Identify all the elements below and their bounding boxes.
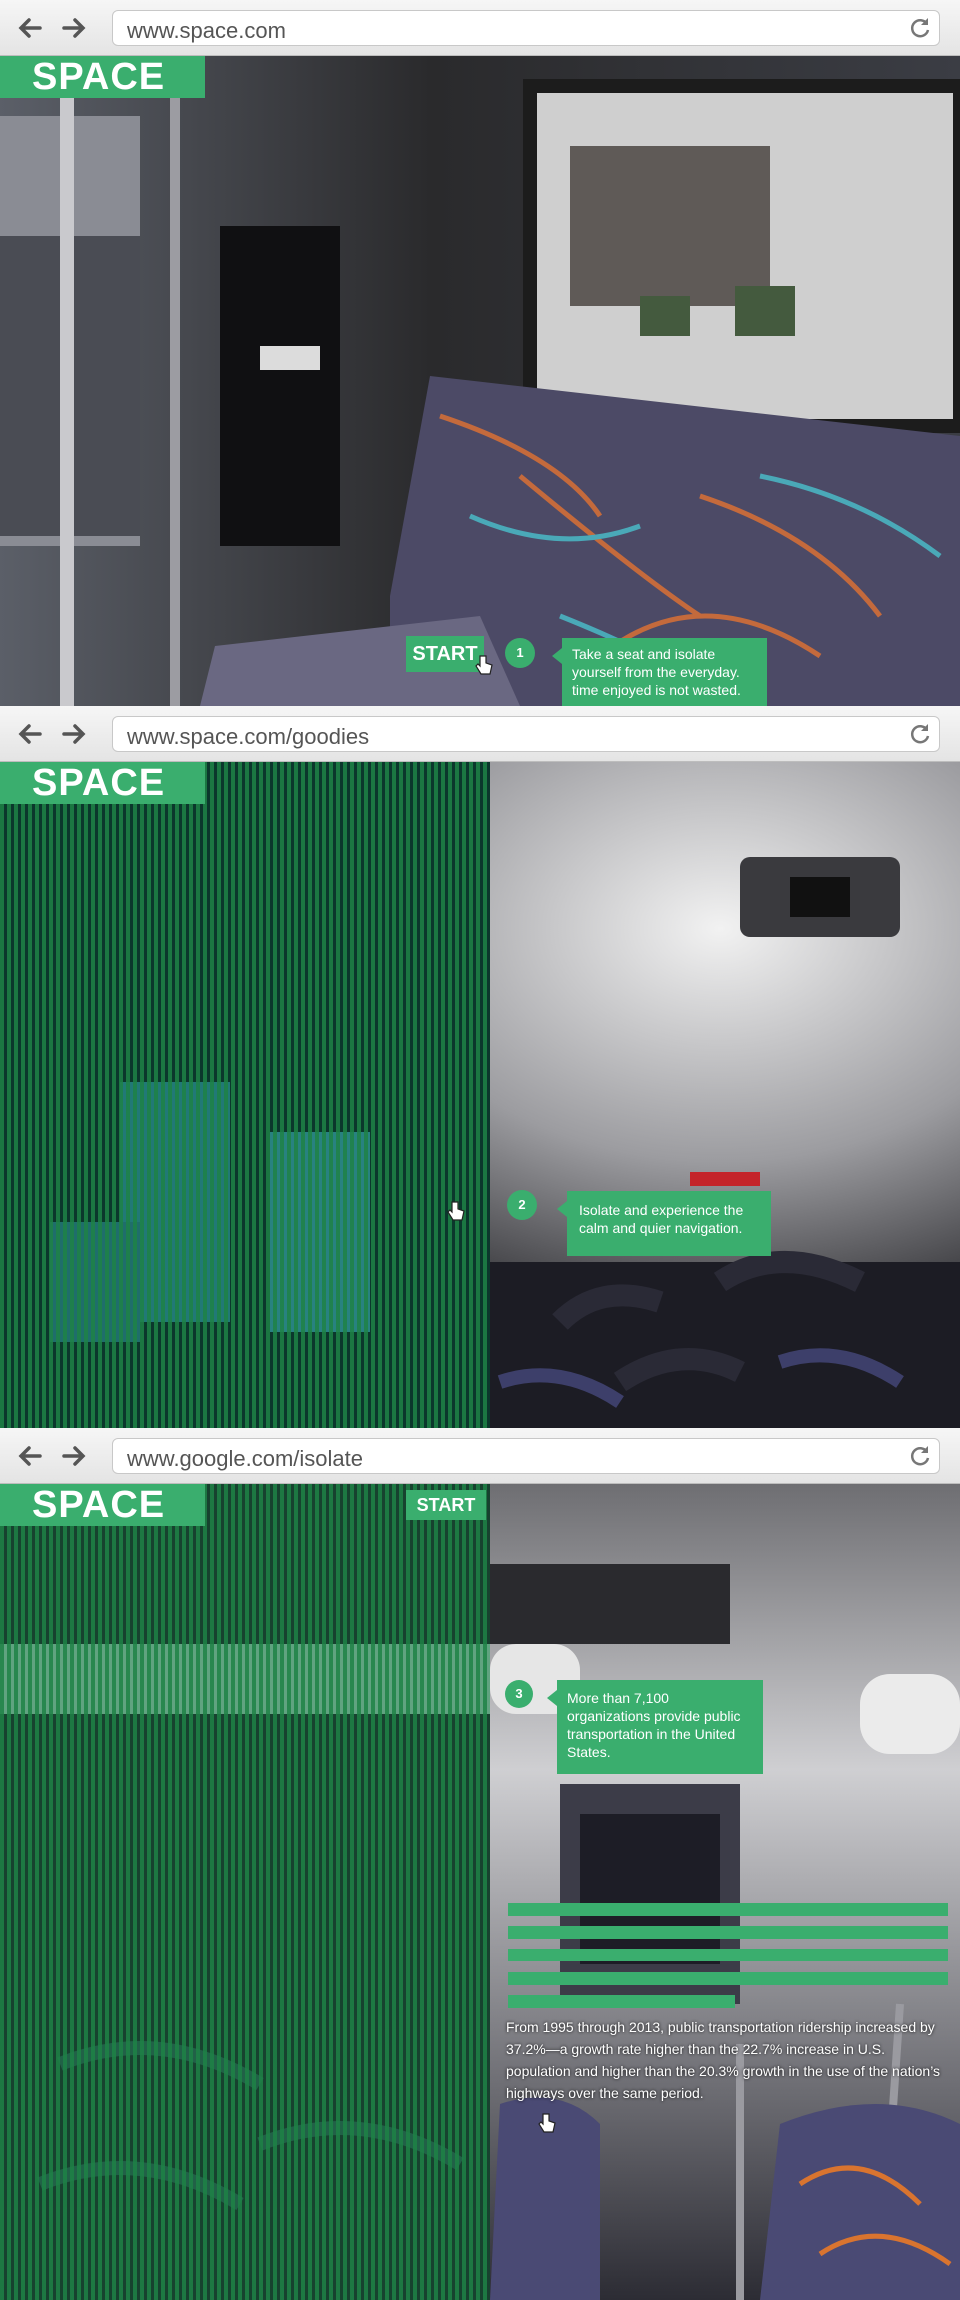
text-placeholder-bar-short [508, 1995, 735, 2008]
bus-ceiling-scene: SPACE 2 Isolate and experience the calm … [0, 762, 960, 1428]
reload-icon[interactable] [907, 1443, 933, 1469]
text-placeholder-bar [508, 1926, 948, 1939]
url-text: www.google.com/isolate [127, 1446, 364, 1471]
text-placeholder-bar [508, 1972, 948, 1985]
step-badge: 2 [507, 1190, 537, 1220]
bus-aisle-scene: SPACE START 3 More than 7,100 organizati… [0, 1484, 960, 2300]
tooltip-callout: Isolate and experience the calm and quie… [557, 1191, 771, 1256]
hand-cursor-icon [447, 1201, 465, 1221]
browser-window-2: www.space.com/goodies SPACE 2 Isolate an… [0, 706, 960, 1428]
bus-seat-scene: SPACE START 1 Take a seat and isolate yo… [0, 56, 960, 706]
text-placeholder-bar [508, 1903, 948, 1916]
tooltip-callout: More than 7,100 organizations provide pu… [547, 1680, 763, 1774]
bus-interior-image [0, 56, 960, 706]
browser-toolbar: www.space.com/goodies [0, 706, 960, 762]
step-badge: 1 [505, 638, 535, 668]
browser-toolbar: www.google.com/isolate [0, 1428, 960, 1484]
url-text: www.space.com [127, 18, 286, 43]
tooltip-callout: Take a seat and isolate yourself from th… [552, 638, 767, 706]
hand-cursor-icon [538, 2113, 556, 2133]
forward-arrow-icon[interactable] [58, 1440, 90, 1472]
address-bar[interactable]: www.google.com/isolate [112, 1438, 940, 1474]
address-bar[interactable]: www.space.com [112, 10, 940, 46]
ridership-paragraph: From 1995 through 2013, public transport… [506, 2019, 941, 2101]
text-placeholder-bar [508, 1949, 948, 1961]
green-stripe-overlay [0, 1484, 490, 2300]
browser-window-3: www.google.com/isolate SPACE START 3 Mor… [0, 1428, 960, 2300]
reload-icon[interactable] [907, 721, 933, 747]
start-button[interactable]: START [406, 636, 484, 672]
space-logo[interactable]: SPACE [0, 1484, 205, 1526]
back-arrow-icon[interactable] [14, 1440, 46, 1472]
browser-toolbar: www.space.com [0, 0, 960, 56]
start-button[interactable]: START [406, 1490, 486, 1520]
back-arrow-icon[interactable] [14, 718, 46, 750]
hand-cursor-icon [475, 655, 493, 675]
space-logo[interactable]: SPACE [0, 762, 205, 804]
space-logo[interactable]: SPACE [0, 56, 205, 98]
browser-window-1: www.space.com SPACE START 1 Take a seat … [0, 0, 960, 706]
forward-arrow-icon[interactable] [58, 12, 90, 44]
reload-icon[interactable] [907, 15, 933, 41]
green-stripe-overlay [0, 762, 490, 1428]
step-badge: 3 [505, 1680, 533, 1708]
back-arrow-icon[interactable] [14, 12, 46, 44]
url-text: www.space.com/goodies [127, 724, 370, 749]
forward-arrow-icon[interactable] [58, 718, 90, 750]
address-bar[interactable]: www.space.com/goodies [112, 716, 940, 752]
